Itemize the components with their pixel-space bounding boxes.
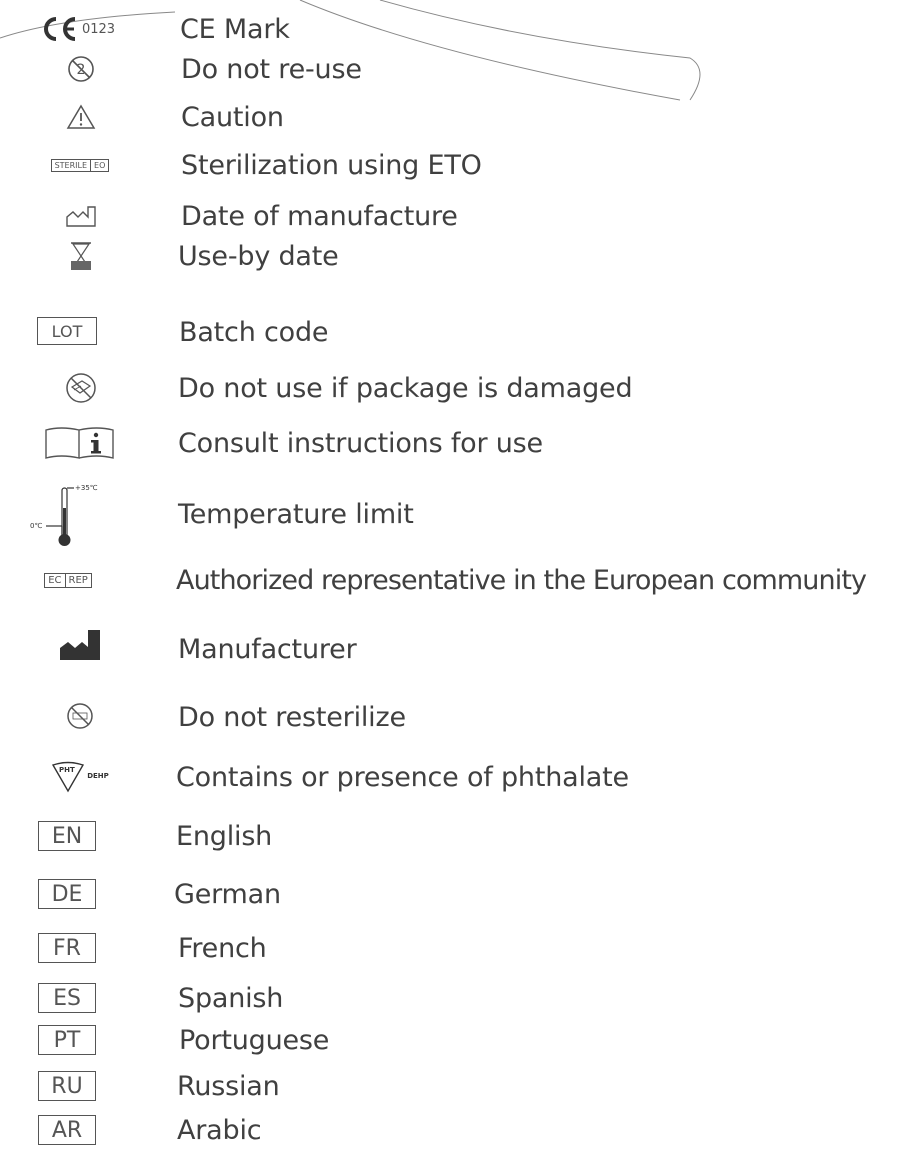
symbol-label: German [174,879,281,910]
sterile-text: STERILE [54,160,88,170]
symbol-row-date-of-manufacture: Date of manufacture [0,198,900,234]
symbol-label: Authorized representative in the Europea… [176,565,867,596]
symbol-row-pt: PT Portuguese [0,1022,900,1058]
symbol-row-ar: AR Arabic [0,1112,900,1148]
symbol-row-de: DE German [0,876,900,912]
language-box-icon: PT [38,1025,96,1055]
do-not-reuse-icon: 2 [60,52,102,86]
do-not-use-if-damaged-icon [60,368,102,408]
symbol-row-sterile-eo: STERILE EO Sterilization using ETO [0,148,900,182]
do-not-resterilize-icon [58,694,102,738]
batch-code-icon: LOT [37,317,97,345]
sterile-eo-icon: STERILE EO [30,148,130,182]
ce-number: 0123 [81,21,116,37]
symbol-label: Portuguese [179,1025,330,1056]
eo-text: EO [90,159,108,171]
symbol-label: Sterilization using ETO [181,150,482,181]
symbol-row-do-not-reuse: 2 Do not re-use [0,52,900,86]
language-box-icon: FR [38,933,96,963]
symbol-row-caution: Caution [0,100,900,134]
symbol-label: Russian [177,1071,280,1102]
temp-high-label: +35℃ [75,484,98,492]
manufacturer-icon [40,620,120,670]
rep-text: REP [64,573,91,587]
phthalate-icon: PHT DEHP [40,754,120,798]
use-by-date-icon [60,236,102,276]
consult-instructions-icon [40,420,120,464]
symbol-row-ru: RU Russian [0,1068,900,1104]
ec-text: EC [48,574,62,586]
temperature-limit-icon: 0℃ +35℃ [30,484,120,550]
temp-low-label: 0℃ [30,522,43,530]
symbol-label: Consult instructions for use [178,428,543,459]
symbol-row-consult-instructions: Consult instructions for use [0,420,900,464]
symbol-row-ec-rep: EC REP Authorized representative in the … [0,562,900,598]
symbol-label: Do not use if package is damaged [178,373,633,404]
symbol-row-manufacturer: Manufacturer [0,620,900,670]
symbol-label: Date of manufacture [181,201,458,232]
symbol-row-use-by-date: Use-by date [0,236,900,276]
caution-icon [60,100,102,134]
symbol-label: CE Mark [180,14,290,45]
symbol-row-es: ES Spanish [0,980,900,1016]
symbol-label: French [178,933,267,964]
symbol-row-do-not-resterilize: Do not resterilize [0,694,900,738]
ce-mark-icon: 0123 [22,12,132,46]
symbol-row-temperature-limit: 0℃ +35℃ Temperature limit [0,484,900,550]
pht-text: PHT [59,766,75,774]
symbol-row-en: EN English [0,818,900,854]
symbol-label: Manufacturer [178,634,357,665]
language-box-icon: ES [38,983,96,1013]
symbol-label: Use-by date [178,241,339,272]
symbol-label: Caution [181,102,284,133]
symbol-row-fr: FR French [0,930,900,966]
symbol-row-package-damaged: Do not use if package is damaged [0,368,900,408]
symbol-row-ce-mark: 0123 CE Mark [0,12,900,46]
symbol-label: Batch code [179,317,329,348]
language-box-icon: DE [38,879,96,909]
symbol-row-phthalate: PHT DEHP Contains or presence of phthala… [0,754,900,798]
language-box-icon: AR [38,1115,96,1145]
symbol-label: Do not resterilize [178,702,406,733]
symbol-label: English [176,821,273,852]
symbol-label: Do not re-use [181,54,362,85]
symbol-label: Contains or presence of phthalate [176,762,629,793]
language-box-icon: EN [38,821,96,851]
symbol-label: Spanish [178,983,284,1014]
symbol-label: Arabic [177,1115,262,1146]
ec-rep-icon: EC REP [33,562,103,598]
language-box-icon: RU [38,1071,96,1101]
symbol-row-batch-code: LOT Batch code [0,314,900,350]
date-of-manufacture-icon [60,198,102,234]
symbol-label: Temperature limit [178,499,414,530]
dehp-text: DEHP [87,772,109,780]
